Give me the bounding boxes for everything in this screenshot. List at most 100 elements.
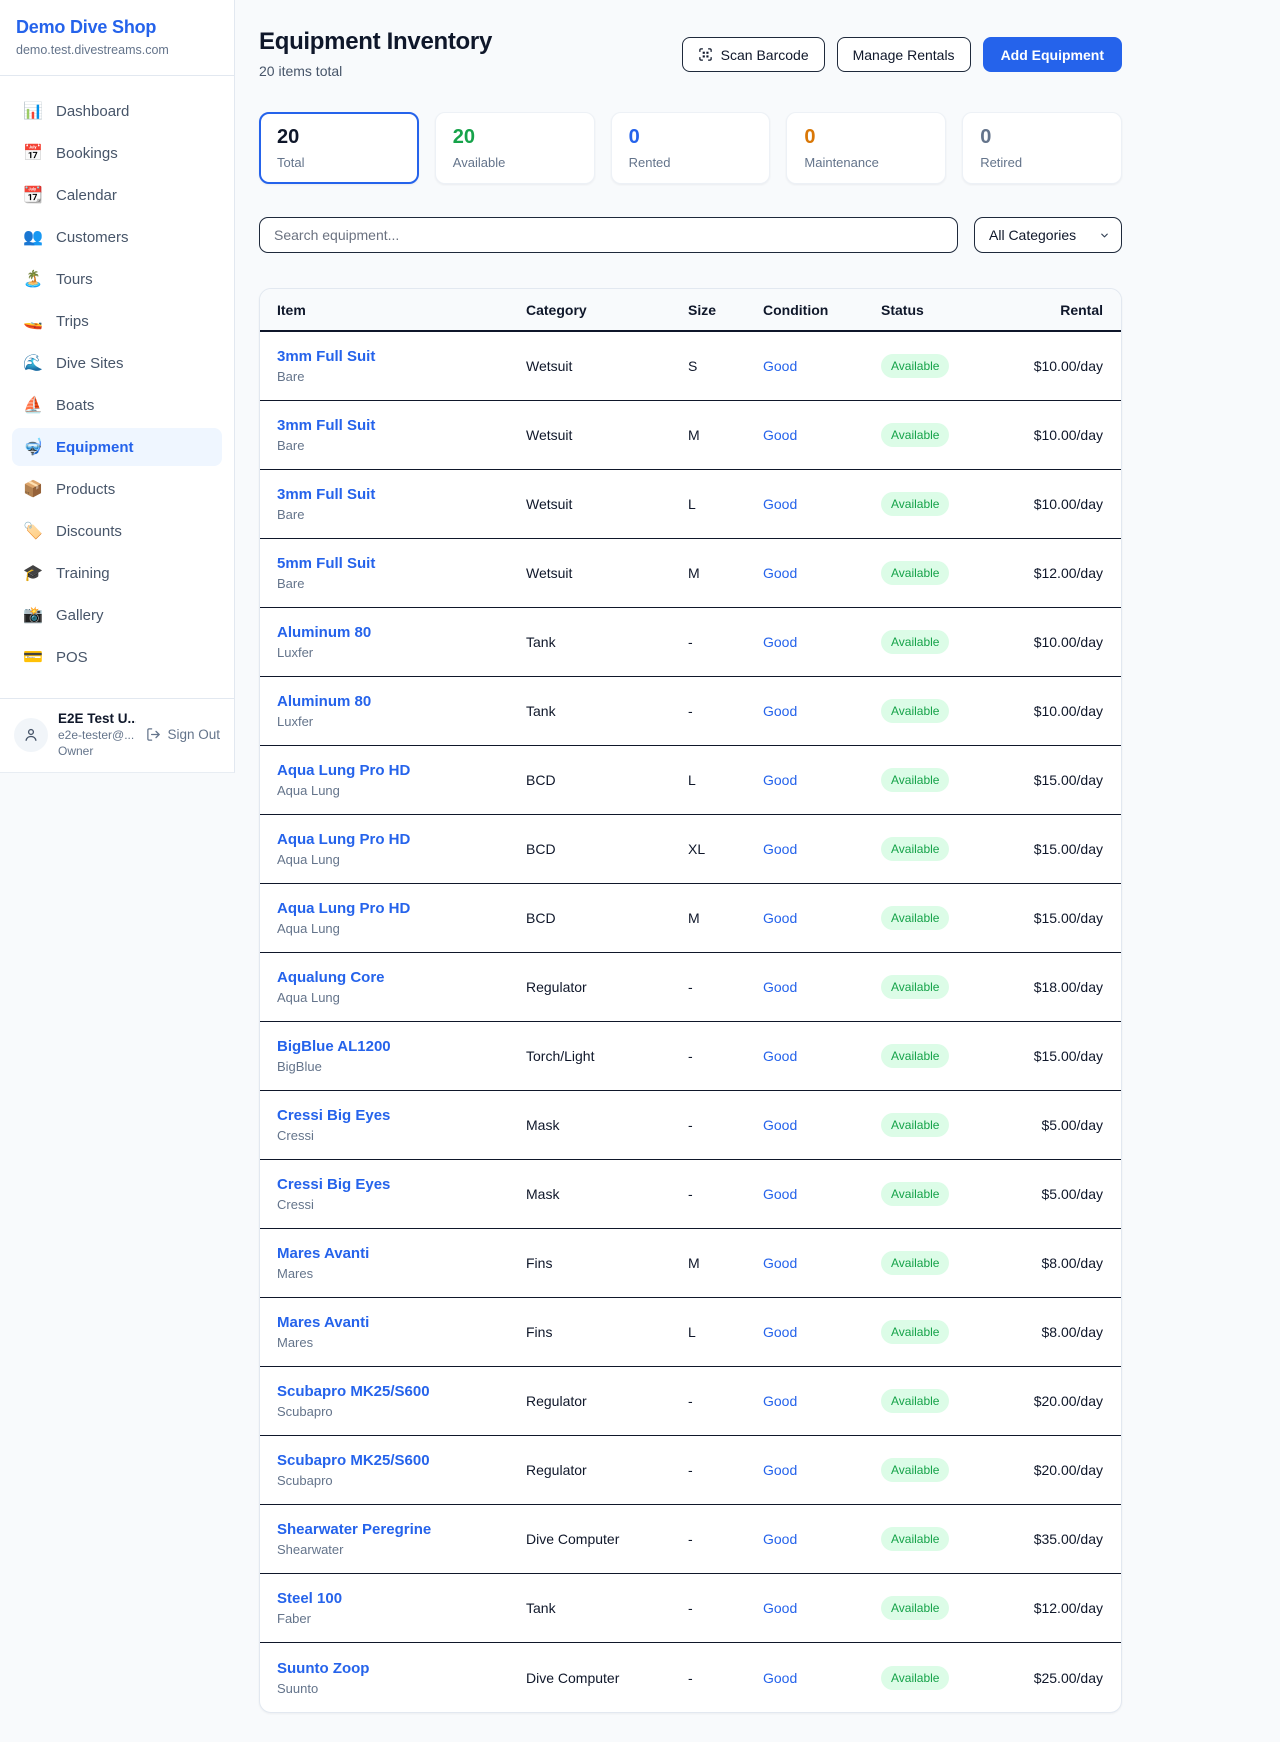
item-name-link[interactable]: Aluminum 80: [277, 624, 371, 641]
sidebar-item-customers[interactable]: 👥 Customers: [12, 218, 222, 256]
status-badge: Available: [881, 1251, 949, 1275]
condition-link[interactable]: Good: [763, 703, 797, 719]
item-name-link[interactable]: Aqua Lung Pro HD: [277, 762, 410, 779]
condition-link[interactable]: Good: [763, 910, 797, 926]
stat-card-rented[interactable]: 0 Rented: [611, 112, 771, 184]
condition-link[interactable]: Good: [763, 1324, 797, 1340]
item-condition: Good: [763, 1670, 881, 1686]
item-rental: $20.00/day: [1011, 1462, 1104, 1478]
condition-link[interactable]: Good: [763, 1462, 797, 1478]
item-name-link[interactable]: 3mm Full Suit: [277, 348, 375, 365]
sidebar-item-tours[interactable]: 🏝️ Tours: [12, 260, 222, 298]
status-badge: Available: [881, 630, 949, 654]
table-row: Aqua Lung Pro HD Aqua Lung BCD XL Good A…: [260, 815, 1121, 884]
item-name-link[interactable]: Suunto Zoop: [277, 1660, 369, 1677]
sidebar-item-discounts[interactable]: 🏷️ Discounts: [12, 512, 222, 550]
equipment-table: ItemCategorySizeConditionStatusRental 3m…: [259, 288, 1122, 1713]
scan-barcode-button[interactable]: Scan Barcode: [682, 37, 825, 72]
palm-island-icon: 🏝️: [22, 269, 44, 289]
sidebar-item-gallery[interactable]: 📸 Gallery: [12, 596, 222, 634]
category-select[interactable]: All Categories: [974, 217, 1122, 253]
item-name-link[interactable]: Aluminum 80: [277, 693, 371, 710]
condition-link[interactable]: Good: [763, 979, 797, 995]
item-name-link[interactable]: Aqua Lung Pro HD: [277, 900, 410, 917]
table-body: 3mm Full Suit Bare Wetsuit S Good Availa…: [260, 332, 1121, 1712]
sidebar-item-training[interactable]: 🎓 Training: [12, 554, 222, 592]
item-category: Fins: [526, 1324, 688, 1340]
condition-link[interactable]: Good: [763, 496, 797, 512]
condition-link[interactable]: Good: [763, 427, 797, 443]
table-row: Aluminum 80 Luxfer Tank - Good Available…: [260, 677, 1121, 746]
item-cell: 3mm Full Suit Bare: [277, 417, 526, 453]
item-name-link[interactable]: Steel 100: [277, 1590, 342, 1607]
item-status: Available: [881, 492, 1011, 516]
item-size: M: [688, 565, 763, 581]
sidebar-item-boats[interactable]: ⛵ Boats: [12, 386, 222, 424]
condition-link[interactable]: Good: [763, 1186, 797, 1202]
item-name-link[interactable]: Scubapro MK25/S600: [277, 1383, 430, 1400]
item-name-link[interactable]: Aqualung Core: [277, 969, 385, 986]
sidebar-item-bookings[interactable]: 📅 Bookings: [12, 134, 222, 172]
item-category: Mask: [526, 1186, 688, 1202]
condition-link[interactable]: Good: [763, 841, 797, 857]
condition-link[interactable]: Good: [763, 634, 797, 650]
item-rental: $15.00/day: [1011, 1048, 1104, 1064]
item-name-link[interactable]: Shearwater Peregrine: [277, 1521, 431, 1538]
condition-link[interactable]: Good: [763, 772, 797, 788]
item-status: Available: [881, 1666, 1011, 1690]
condition-link[interactable]: Good: [763, 1255, 797, 1271]
item-name-link[interactable]: Mares Avanti: [277, 1314, 369, 1331]
item-name-link[interactable]: 3mm Full Suit: [277, 486, 375, 503]
status-badge: Available: [881, 1666, 949, 1690]
condition-link[interactable]: Good: [763, 565, 797, 581]
item-status: Available: [881, 1320, 1011, 1344]
stat-card-retired[interactable]: 0 Retired: [962, 112, 1122, 184]
stat-card-maintenance[interactable]: 0 Maintenance: [786, 112, 946, 184]
stat-card-total[interactable]: 20 Total: [259, 112, 419, 184]
item-rental: $10.00/day: [1011, 634, 1104, 650]
bar-chart-icon: 📊: [22, 101, 44, 121]
sidebar-item-equipment[interactable]: 🤿 Equipment: [12, 428, 222, 466]
item-rental: $15.00/day: [1011, 772, 1104, 788]
manage-rentals-button[interactable]: Manage Rentals: [837, 37, 971, 72]
item-condition: Good: [763, 565, 881, 581]
sidebar-item-label: Boats: [56, 397, 94, 414]
table-row: Mares Avanti Mares Fins M Good Available…: [260, 1229, 1121, 1298]
item-size: -: [688, 1048, 763, 1064]
item-cell: Mares Avanti Mares: [277, 1314, 526, 1350]
item-condition: Good: [763, 1324, 881, 1340]
item-name-link[interactable]: 5mm Full Suit: [277, 555, 375, 572]
sign-out-button[interactable]: Sign Out: [146, 727, 220, 742]
sidebar-item-calendar[interactable]: 📆 Calendar: [12, 176, 222, 214]
title-block: Equipment Inventory 20 items total: [259, 28, 492, 79]
item-name-link[interactable]: Cressi Big Eyes: [277, 1176, 390, 1193]
table-row: Shearwater Peregrine Shearwater Dive Com…: [260, 1505, 1121, 1574]
stat-card-available[interactable]: 20 Available: [435, 112, 595, 184]
condition-link[interactable]: Good: [763, 1600, 797, 1616]
search-input[interactable]: [259, 217, 958, 253]
item-name-link[interactable]: 3mm Full Suit: [277, 417, 375, 434]
item-name-link[interactable]: Mares Avanti: [277, 1245, 369, 1262]
item-cell: Cressi Big Eyes Cressi: [277, 1176, 526, 1212]
item-category: Fins: [526, 1255, 688, 1271]
item-name-link[interactable]: Aqua Lung Pro HD: [277, 831, 410, 848]
sidebar-item-trips[interactable]: 🚤 Trips: [12, 302, 222, 340]
stat-value: 20: [453, 126, 577, 149]
sidebar-item-products[interactable]: 📦 Products: [12, 470, 222, 508]
condition-link[interactable]: Good: [763, 1531, 797, 1547]
column-header-item: Item: [277, 302, 526, 318]
item-category: Regulator: [526, 1393, 688, 1409]
condition-link[interactable]: Good: [763, 1670, 797, 1686]
item-name-link[interactable]: Scubapro MK25/S600: [277, 1452, 430, 1469]
sidebar-item-pos[interactable]: 💳 POS: [12, 638, 222, 676]
sidebar-item-dashboard[interactable]: 📊 Dashboard: [12, 92, 222, 130]
condition-link[interactable]: Good: [763, 1393, 797, 1409]
add-equipment-button[interactable]: Add Equipment: [983, 37, 1122, 72]
condition-link[interactable]: Good: [763, 1048, 797, 1064]
item-name-link[interactable]: Cressi Big Eyes: [277, 1107, 390, 1124]
item-name-link[interactable]: BigBlue AL1200: [277, 1038, 391, 1055]
sidebar-item-dive-sites[interactable]: 🌊 Dive Sites: [12, 344, 222, 382]
condition-link[interactable]: Good: [763, 358, 797, 374]
item-category: Regulator: [526, 1462, 688, 1478]
condition-link[interactable]: Good: [763, 1117, 797, 1133]
